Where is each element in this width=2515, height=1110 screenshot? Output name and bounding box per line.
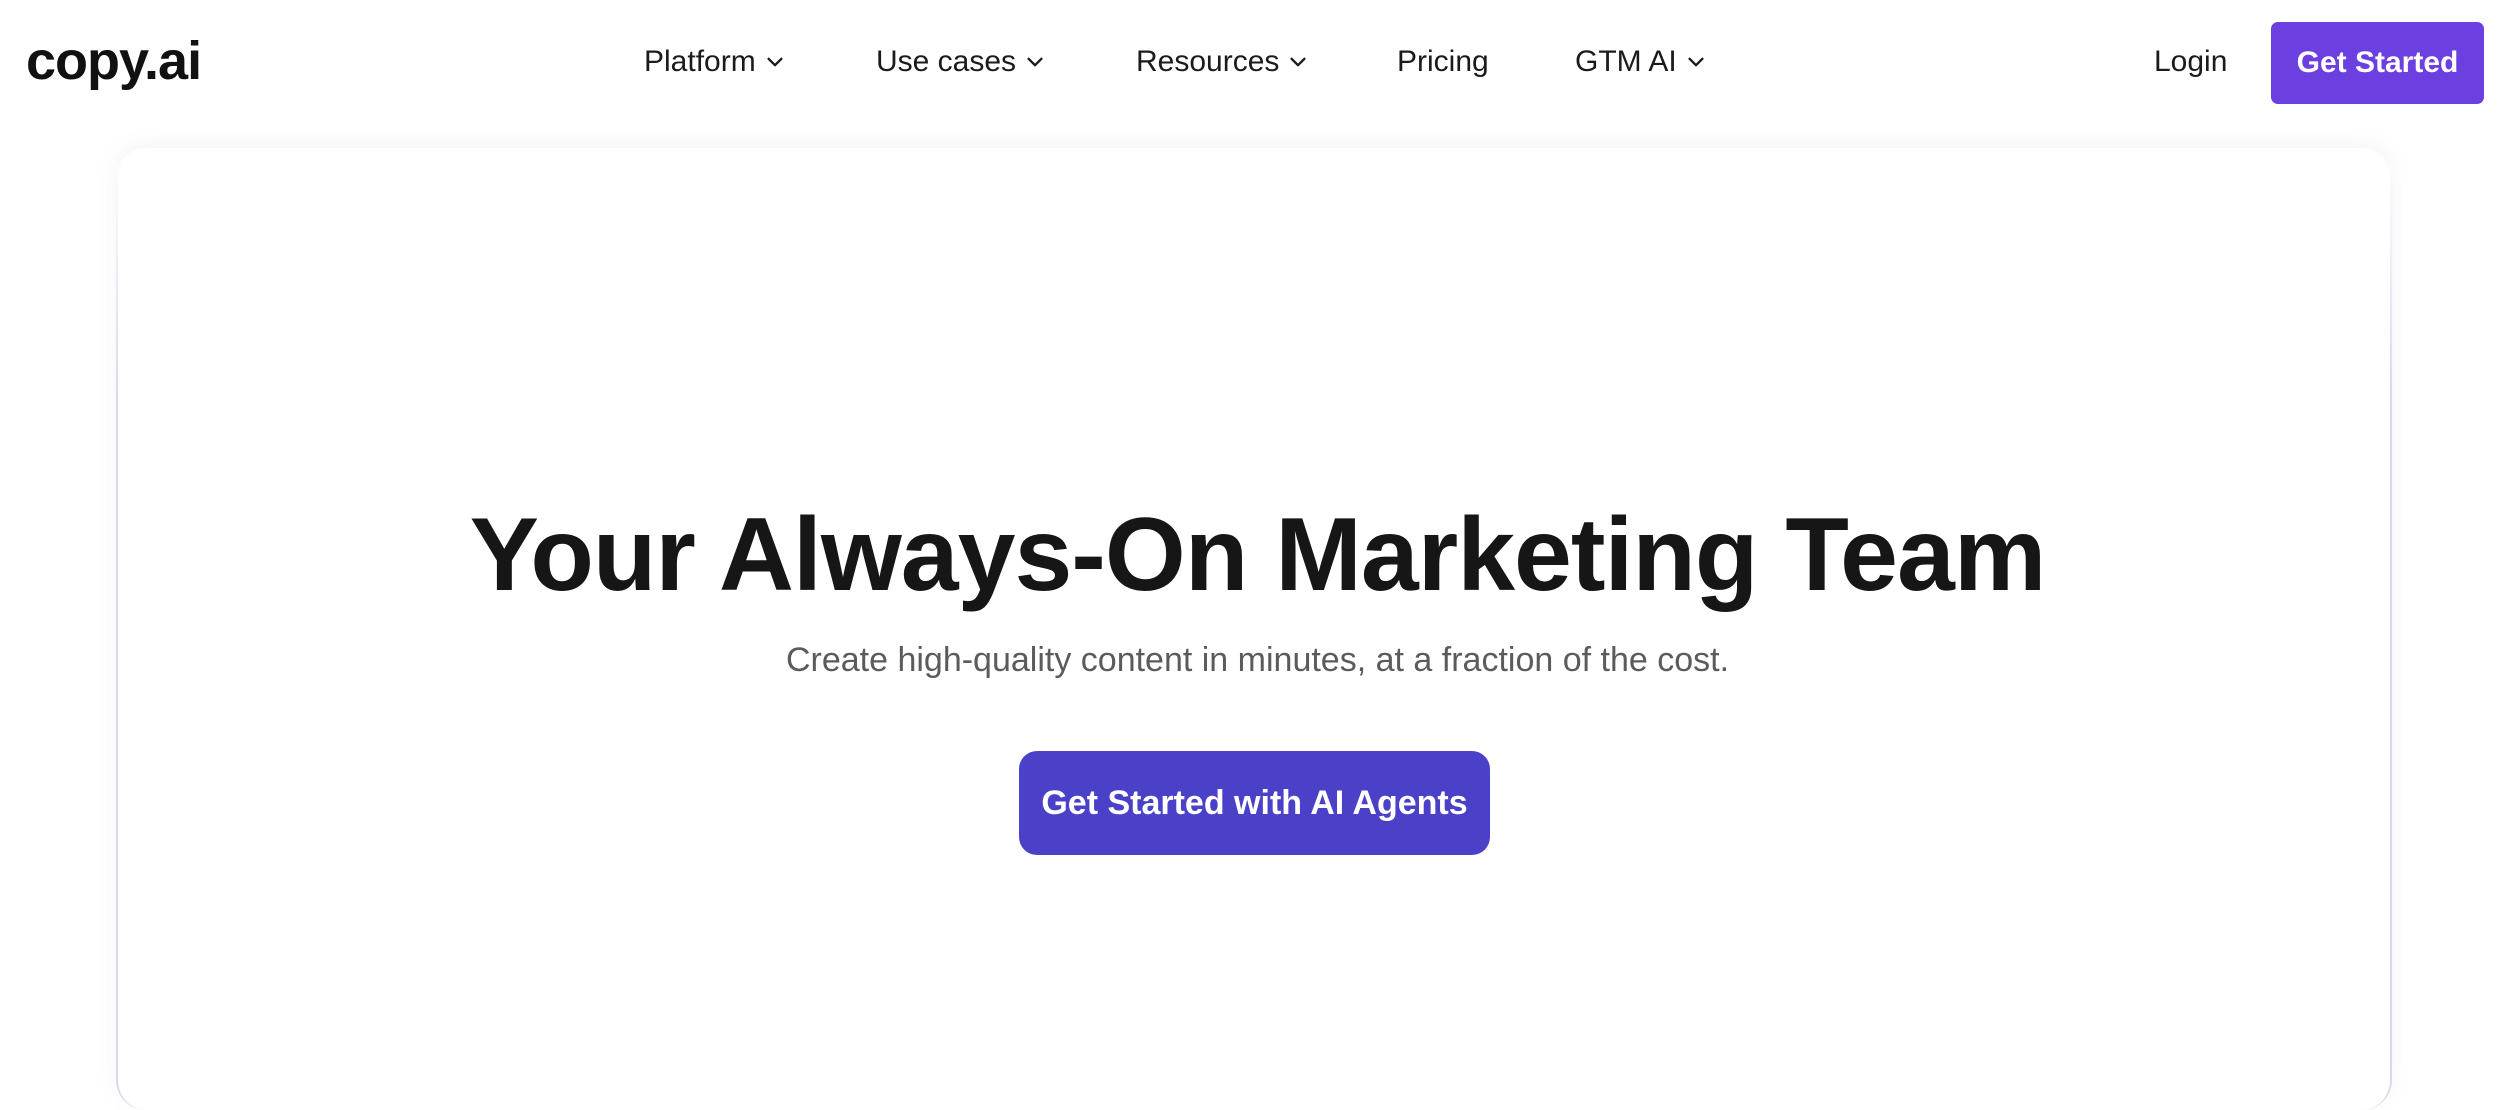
site-header: copy.ai Platform Use cases Resources Pri… bbox=[0, 0, 2515, 124]
hero-subtitle: Create high-quality content in minutes, … bbox=[785, 641, 1730, 679]
login-link[interactable]: Login bbox=[2154, 38, 2227, 86]
hero-card bbox=[116, 148, 2392, 1110]
get-started-with-ai-agents-button[interactable]: Get Started with AI Agents bbox=[1019, 751, 1490, 855]
nav-item-pricing-label: Pricing bbox=[1397, 45, 1489, 78]
chevron-down-icon bbox=[1024, 51, 1046, 73]
nav-item-resources-label: Resources bbox=[1136, 45, 1280, 78]
nav-item-use-cases[interactable]: Use cases bbox=[876, 38, 1046, 86]
hero-title: Your Always-On Marketing Team bbox=[469, 497, 2047, 613]
nav-item-pricing[interactable]: Pricing bbox=[1397, 38, 1489, 86]
nav-item-platform[interactable]: Platform bbox=[644, 38, 786, 86]
get-started-button[interactable]: Get Started bbox=[2271, 22, 2484, 104]
chevron-down-icon bbox=[1685, 51, 1707, 73]
chevron-down-icon bbox=[1287, 51, 1309, 73]
nav-item-platform-label: Platform bbox=[644, 45, 756, 78]
nav-item-gtm-ai-label: GTM AI bbox=[1575, 45, 1677, 78]
copy-ai-logo[interactable]: copy.ai bbox=[26, 28, 202, 94]
nav-item-use-cases-label: Use cases bbox=[876, 45, 1017, 78]
nav-item-resources[interactable]: Resources bbox=[1136, 38, 1309, 86]
nav-item-gtm-ai[interactable]: GTM AI bbox=[1575, 38, 1707, 86]
chevron-down-icon bbox=[764, 51, 786, 73]
